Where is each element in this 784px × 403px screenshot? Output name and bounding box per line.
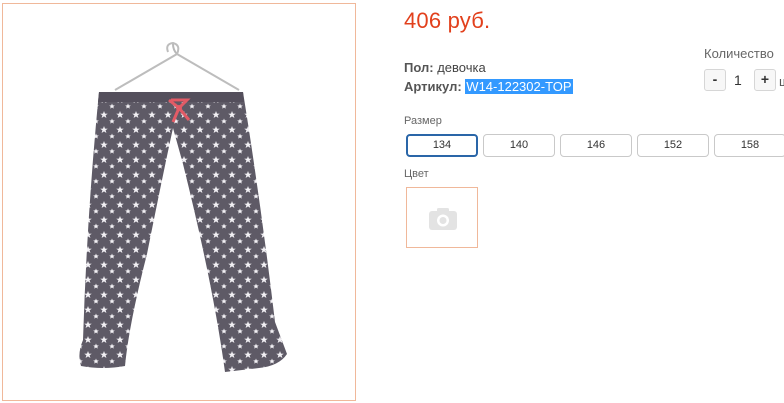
quantity-unit: ш: [779, 74, 784, 89]
size-option-152[interactable]: 152: [637, 134, 709, 157]
camera-icon: [429, 208, 457, 230]
sku-value[interactable]: W14-122302-TOP: [465, 79, 573, 94]
quantity-increase-button[interactable]: +: [754, 69, 776, 91]
quantity-value[interactable]: 1: [734, 72, 742, 88]
sku-label: Артикул:: [404, 79, 462, 94]
quantity-label: Количество: [704, 46, 774, 61]
size-option-146[interactable]: 146: [560, 134, 632, 157]
gender-value: девочка: [437, 60, 486, 75]
gender-info: Пол: девочка: [404, 60, 486, 75]
pajama-pants-image: [79, 41, 288, 372]
size-option-140[interactable]: 140: [483, 134, 555, 157]
color-swatch[interactable]: [406, 187, 478, 248]
sku-info: Артикул: W14-122302-TOP: [404, 79, 573, 94]
size-option-134[interactable]: 134: [406, 134, 478, 157]
price: 406 руб.: [404, 8, 491, 33]
product-photo[interactable]: [2, 3, 356, 401]
size-label: Размер: [404, 115, 442, 127]
quantity-decrease-button[interactable]: -: [704, 69, 726, 91]
gender-label: Пол:: [404, 60, 434, 75]
color-label: Цвет: [404, 168, 429, 180]
size-option-158[interactable]: 158: [714, 134, 784, 157]
